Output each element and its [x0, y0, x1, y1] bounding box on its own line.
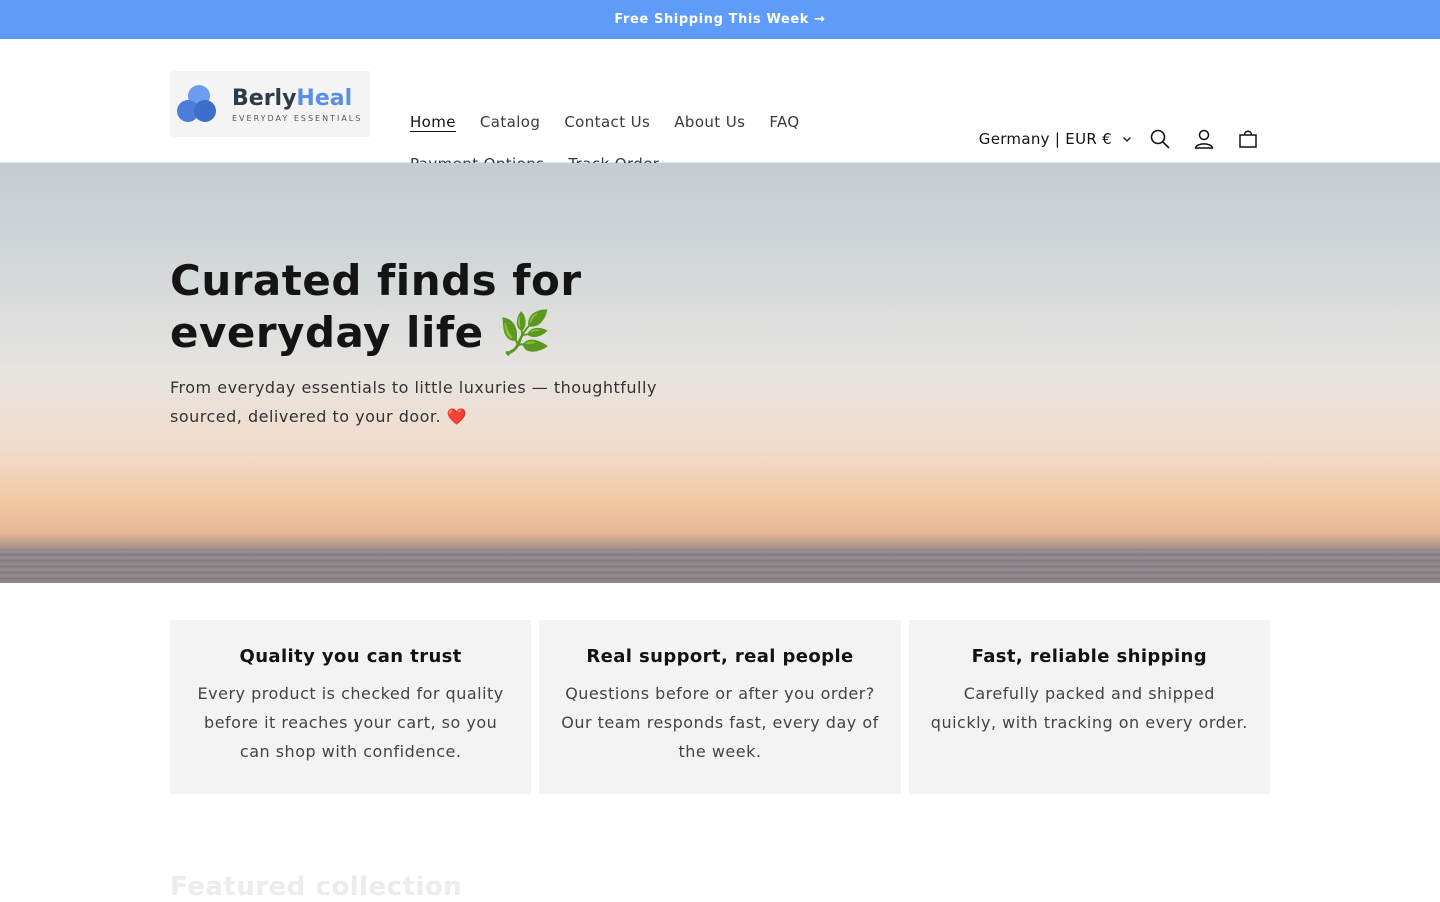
feature-card: Fast, reliable shipping Carefully packed…: [908, 620, 1270, 794]
account-button[interactable]: [1182, 117, 1226, 161]
cart-icon: [1239, 130, 1257, 148]
feature-card: Quality you can trust Every product is c…: [170, 620, 532, 794]
feature-card-title: Quality you can trust: [239, 646, 462, 667]
locale-label: Germany | EUR €: [978, 130, 1112, 148]
hero-banner: Curated finds for everyday life 🌿 From ev…: [0, 163, 1440, 583]
search-button[interactable]: [1138, 117, 1182, 161]
nav-about-us[interactable]: About Us: [674, 113, 745, 131]
feature-card-title: Fast, reliable shipping: [971, 646, 1208, 667]
search-icon: [1150, 129, 1170, 149]
hero-title: Curated finds for everyday life 🌿: [170, 256, 582, 357]
feature-card-text: Every product is checked for quality bef…: [197, 684, 504, 761]
announcement-bar[interactable]: Free Shipping This Week →: [0, 0, 1440, 39]
logo-text: BerlyHeal EVERYDAY ESSENTIALS: [232, 86, 362, 123]
logo-tagline: EVERYDAY ESSENTIALS: [232, 113, 363, 123]
feature-card-title: Real support, real people: [586, 646, 854, 667]
logo[interactable]: BerlyHeal EVERYDAY ESSENTIALS: [170, 71, 370, 137]
feature-cards: Quality you can trust Every product is c…: [170, 620, 1270, 794]
hero-content: Curated finds for everyday life 🌿 From ev…: [170, 255, 690, 431]
account-icon: [1194, 129, 1214, 149]
cart-button[interactable]: [1226, 117, 1270, 161]
logo-brand: BerlyHeal: [232, 85, 353, 111]
feature-card-text: Carefully packed and shipped quickly, wi…: [930, 684, 1248, 732]
site-header: BerlyHeal EVERYDAY ESSENTIALS Home Catal…: [0, 39, 1440, 173]
header-actions: Germany | EUR €: [979, 117, 1270, 161]
chevron-down-icon: [1123, 137, 1131, 142]
nav-contact-us[interactable]: Contact Us: [564, 113, 650, 131]
feature-card-text: Questions before or after you order? Our…: [561, 684, 879, 761]
locale-selector[interactable]: Germany | EUR €: [979, 130, 1132, 148]
feature-card: Real support, real people Questions befo…: [539, 620, 901, 794]
logo-mark-icon: [174, 78, 226, 130]
featured-collection-heading: Featured collection: [170, 872, 463, 902]
hero-subtitle: From everyday essentials to little luxur…: [170, 378, 657, 426]
nav-catalog[interactable]: Catalog: [480, 113, 540, 131]
nav-home[interactable]: Home: [410, 113, 456, 131]
nav-faq[interactable]: FAQ: [769, 113, 799, 131]
announcement-text[interactable]: Free Shipping This Week →: [614, 12, 825, 27]
